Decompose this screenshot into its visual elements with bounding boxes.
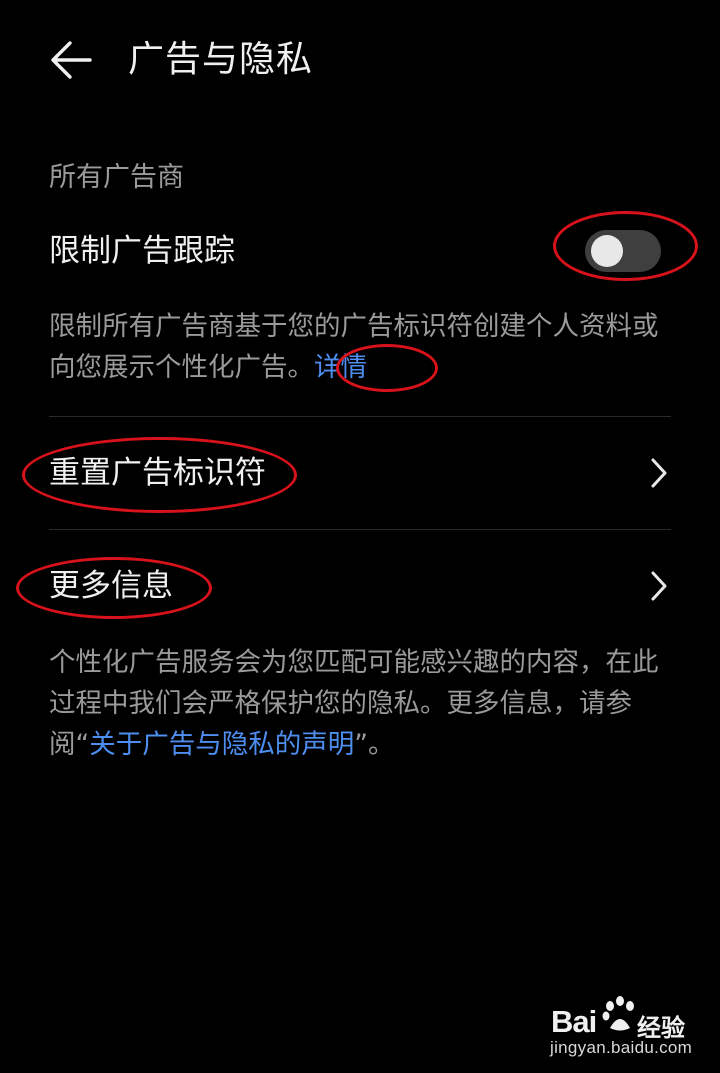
chevron-right-icon <box>651 458 667 488</box>
more-info-row[interactable]: 更多信息 <box>0 531 720 641</box>
back-button[interactable] <box>44 38 96 82</box>
divider <box>49 416 671 417</box>
reset-ad-identifier-label: 重置广告标识符 <box>49 455 266 491</box>
divider <box>49 529 671 530</box>
top-app-bar: 广告与隐私 <box>0 0 720 120</box>
limit-ad-tracking-label: 限制广告跟踪 <box>49 233 235 269</box>
arrow-left-icon <box>51 41 92 79</box>
page-title: 广告与隐私 <box>128 39 314 80</box>
reset-ad-identifier-row[interactable]: 重置广告标识符 <box>0 418 720 528</box>
privacy-note: 个性化广告服务会为您匹配可能感兴趣的内容，在此过程中我们会严格保护您的隐私。更多… <box>49 642 671 765</box>
limit-tracking-description: 限制所有广告商基于您的广告标识符创建个人资料或向您展示个性化广告。详情 <box>49 306 679 388</box>
privacy-note-end: ”。 <box>354 729 395 760</box>
details-link[interactable]: 详情 <box>314 352 367 383</box>
watermark-url: jingyan.baidu.com <box>550 1038 693 1057</box>
limit-ad-tracking-toggle[interactable] <box>585 230 661 272</box>
ad-privacy-statement-link[interactable]: 关于广告与隐私的声明 <box>89 729 354 760</box>
section-title: 所有广告商 <box>49 162 184 193</box>
chevron-right-icon <box>651 571 667 601</box>
toggle-knob <box>591 235 623 267</box>
watermark-brand: Bai <box>551 1004 597 1039</box>
baidu-paw-icon <box>602 996 634 1031</box>
more-info-label: 更多信息 <box>49 568 173 604</box>
